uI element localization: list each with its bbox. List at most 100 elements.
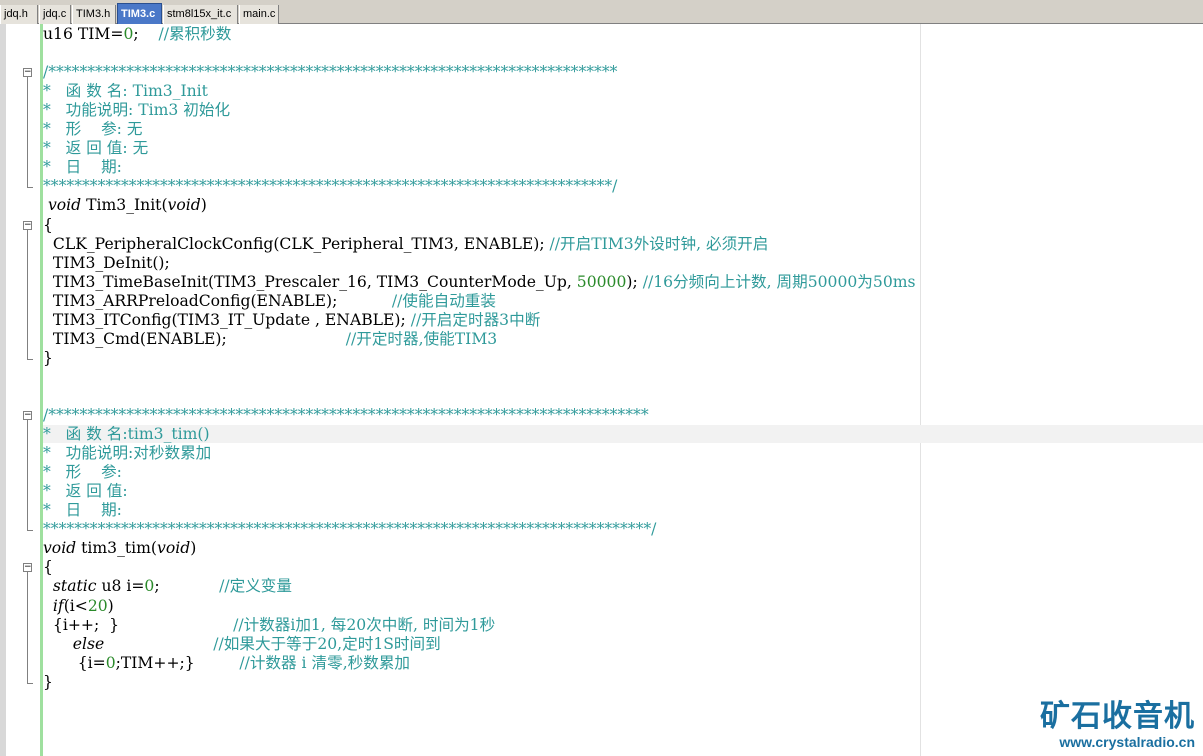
code-line[interactable]: * 返 回 值:	[43, 482, 128, 501]
code-comment: //使能自动重装	[391, 291, 496, 310]
fold-range-line	[27, 420, 28, 531]
code-line[interactable]: {i++; } //计数器i加1, 每20次中断, 时间为1秒	[43, 616, 495, 635]
code-comment: //开定时器,使能TIM3	[345, 329, 498, 348]
current-line-highlight	[43, 425, 1203, 443]
code-token: 0	[123, 25, 134, 43]
code-token: TIM3_TimeBaseInit(TIM3_Prescaler_16, TIM…	[43, 272, 577, 291]
block-comment: /***************************************…	[43, 406, 649, 424]
fold-range-line	[27, 229, 28, 359]
code-line[interactable]: if(i<20)	[43, 597, 114, 616]
block-comment: /***************************************…	[43, 63, 618, 82]
code-token: }	[43, 348, 53, 367]
code-line[interactable]: CLK_PeripheralClockConfig(CLK_Peripheral…	[43, 235, 768, 254]
fold-end-marker	[27, 187, 33, 189]
fold-toggle-icon[interactable]: −	[23, 411, 32, 420]
fold-end-marker	[27, 682, 33, 684]
block-comment: ****************************************…	[43, 177, 618, 196]
block-comment: * 函 数 名: Tim3_Init	[43, 82, 208, 101]
code-line[interactable]: u16 TIM=0; //累积秒数	[43, 25, 231, 44]
code-token: ;TIM++;}	[115, 653, 240, 672]
code-line[interactable]: TIM3_TimeBaseInit(TIM3_Prescaler_16, TIM…	[43, 273, 916, 292]
code-line[interactable]: * 函 数 名:tim3_tim()	[43, 425, 210, 444]
code-line[interactable]: TIM3_ARRPreloadConfig(ENABLE); //使能自动重装	[43, 292, 496, 311]
code-line[interactable]: * 函 数 名: Tim3_Init	[43, 82, 208, 101]
fold-toggle-icon[interactable]: −	[23, 220, 32, 230]
code-token: 50000	[576, 272, 627, 291]
block-comment: * 日 期:	[43, 158, 122, 177]
code-token: if	[52, 596, 64, 615]
code-line[interactable]: /***************************************…	[43, 406, 649, 425]
watermark-title: 矿石收音机	[1040, 699, 1195, 734]
tab-main-c[interactable]: main.c	[239, 5, 279, 24]
code-line[interactable]: TIM3_ITConfig(TIM3_IT_Update , ENABLE); …	[43, 311, 540, 330]
fold-range-line	[27, 77, 28, 188]
code-line[interactable]: {i=0;TIM++;} //计数器 i 清零,秒数累加	[43, 654, 410, 673]
code-line[interactable]: * 功能说明:对秒数累加	[43, 444, 211, 463]
code-line[interactable]: ****************************************…	[43, 177, 617, 196]
file-tab-bar: jdq.h jdq.c TIM3.h TIM3.c stm8l15x_it.c main.…	[0, 0, 1203, 24]
tab-jdq-c[interactable]: jdq.c	[39, 5, 71, 24]
watermark: 矿石收音机 www.crystalradio.cn	[1040, 699, 1195, 751]
code-line[interactable]: {	[43, 558, 53, 577]
code-token: 0	[144, 577, 155, 596]
code-line[interactable]: }	[43, 349, 53, 368]
code-line[interactable]: * 形 参: 无	[43, 120, 143, 139]
code-line[interactable]: * 功能说明: Tim3 初始化	[43, 101, 230, 120]
code-line[interactable]: * 返 回 值: 无	[43, 139, 148, 158]
code-line[interactable]: * 日 期:	[43, 501, 122, 520]
tab-stm8l15x-it-c[interactable]: stm8l15x_it.c	[163, 5, 238, 24]
code-token: CLK_PeripheralClockConfig(CLK_Peripheral…	[43, 234, 550, 253]
code-line[interactable]: /***************************************…	[43, 63, 617, 82]
code-line[interactable]: ****************************************…	[43, 520, 656, 539]
block-comment: * 形 参: 无	[43, 120, 143, 139]
code-token: )	[107, 596, 114, 615]
code-line[interactable]: {	[43, 216, 53, 235]
block-comment: ****************************************…	[43, 520, 657, 539]
tab-tim3-h[interactable]: TIM3.h	[72, 5, 116, 24]
tab-tim3-c[interactable]: TIM3.c	[117, 3, 162, 24]
code-token: }	[43, 672, 53, 691]
code-line[interactable]: void tim3_tim(void)	[43, 539, 196, 558]
code-token: TIM3_ITConfig(TIM3_IT_Update , ENABLE);	[43, 310, 411, 329]
code-line[interactable]: }	[43, 673, 53, 692]
code-line[interactable]: * 日 期:	[43, 158, 122, 177]
watermark-url: www.crystalradio.cn	[1059, 734, 1195, 750]
block-comment: * 功能说明: Tim3 初始化	[43, 101, 231, 120]
fold-end-marker	[27, 530, 33, 532]
code-token: TIM3_ARRPreloadConfig(ENABLE);	[43, 291, 392, 310]
block-comment: * 功能说明:对秒数累加	[43, 444, 212, 463]
code-comment: //开启定时器3中断	[410, 310, 541, 329]
code-token: ;	[154, 577, 220, 596]
code-comment: //开启TIM3外设时钟, 必须开启	[549, 234, 769, 253]
code-token: tim3_tim(	[76, 539, 158, 558]
tab-jdq-h[interactable]: jdq.h	[0, 5, 38, 24]
code-token: TIM3_Cmd(ENABLE);	[43, 329, 346, 348]
code-line[interactable]: TIM3_Cmd(ENABLE); //开定时器,使能TIM3	[43, 330, 497, 349]
block-comment: * 形 参:	[43, 463, 122, 482]
code-token: void	[157, 539, 191, 558]
fold-gutter	[6, 24, 40, 756]
code-line[interactable]: * 形 参:	[43, 463, 122, 482]
code-token: u16 TIM=	[43, 25, 124, 43]
code-token: void	[167, 196, 201, 215]
fold-toggle-icon[interactable]: −	[23, 68, 32, 78]
block-comment: * 返 回 值: 无	[43, 139, 149, 158]
code-line[interactable]: void Tim3_Init(void)	[43, 196, 207, 215]
code-comment: //累积秒数	[158, 25, 232, 43]
code-line[interactable]: static u8 i=0; //定义变量	[43, 577, 292, 596]
code-line[interactable]: else //如果大于等于20,定时1S时间到	[43, 635, 441, 654]
code-token: 20	[87, 596, 108, 615]
fold-toggle-icon[interactable]: −	[23, 563, 32, 573]
code-token: else	[72, 634, 105, 653]
code-token: {i=	[43, 653, 106, 672]
fold-range-line	[27, 572, 28, 683]
code-token: {i++; }	[43, 615, 234, 634]
code-token: void	[43, 539, 77, 558]
code-line[interactable]: TIM3_DeInit();	[43, 254, 170, 273]
code-token: 0	[105, 653, 116, 672]
code-token: {	[43, 215, 53, 234]
